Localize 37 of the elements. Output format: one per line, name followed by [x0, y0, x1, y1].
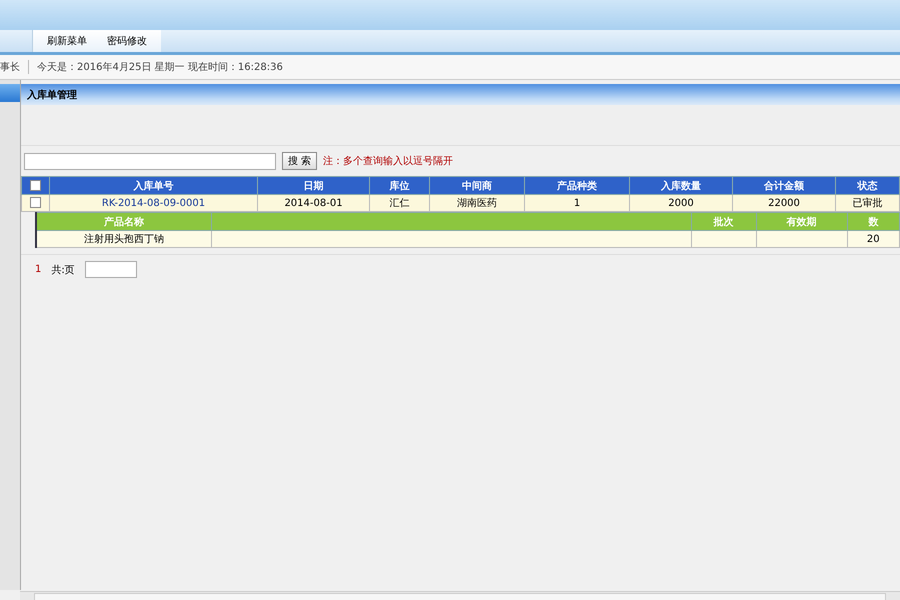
column-header: 合计金额 [732, 176, 836, 194]
user-role: 事长 [0, 60, 20, 74]
table-cell: 2014-08-01 [258, 194, 370, 212]
date-time: 今天是：2016年4月25日 星期一 现在时间：16:28:36 [37, 60, 283, 74]
search-hint: 注：多个查询输入以逗号隔开 [323, 154, 454, 168]
search-button[interactable]: 搜 索 [282, 152, 318, 170]
table-cell: 湖南医药 [430, 194, 524, 212]
menu-item[interactable]: 密码修改 [107, 34, 147, 48]
page-total: 共:页 [51, 264, 75, 276]
column-header: 批次 [691, 212, 756, 230]
column-header: 入库数量 [630, 176, 732, 194]
panel-title: 入库单管理 [21, 84, 900, 105]
page-number: 1 [35, 264, 42, 275]
select-all-checkbox[interactable] [30, 180, 41, 191]
table-cell: 2000 [630, 194, 732, 212]
table-cell: 注射用头孢西丁钠 [36, 230, 211, 248]
table-cell: 1 [524, 194, 630, 212]
column-header: 有效期 [756, 212, 847, 230]
column-header: 数 [847, 212, 900, 230]
column-header: 入库单号 [50, 176, 258, 194]
scrollbar[interactable] [34, 593, 886, 600]
table-cell: 已审批 [836, 194, 900, 212]
table-cell: 汇仁 [370, 194, 430, 212]
order-link[interactable]: RK-2014-08-09-0001 [50, 194, 258, 212]
column-header: 中间商 [430, 176, 524, 194]
table-cell: 22000 [732, 194, 836, 212]
table-cell: 20 [847, 230, 900, 248]
column-header: 库位 [370, 176, 430, 194]
search-field[interactable] [24, 152, 276, 170]
row-checkbox[interactable] [30, 197, 41, 208]
menu-item[interactable]: 刷新菜单 [47, 34, 87, 48]
column-header: 日期 [258, 176, 370, 194]
column-header: 产品种类 [524, 176, 630, 194]
sidebar-tab[interactable] [0, 84, 20, 102]
page-field[interactable] [84, 261, 137, 278]
column-header: 状态 [836, 176, 900, 194]
column-header: 产品名称 [36, 212, 211, 230]
